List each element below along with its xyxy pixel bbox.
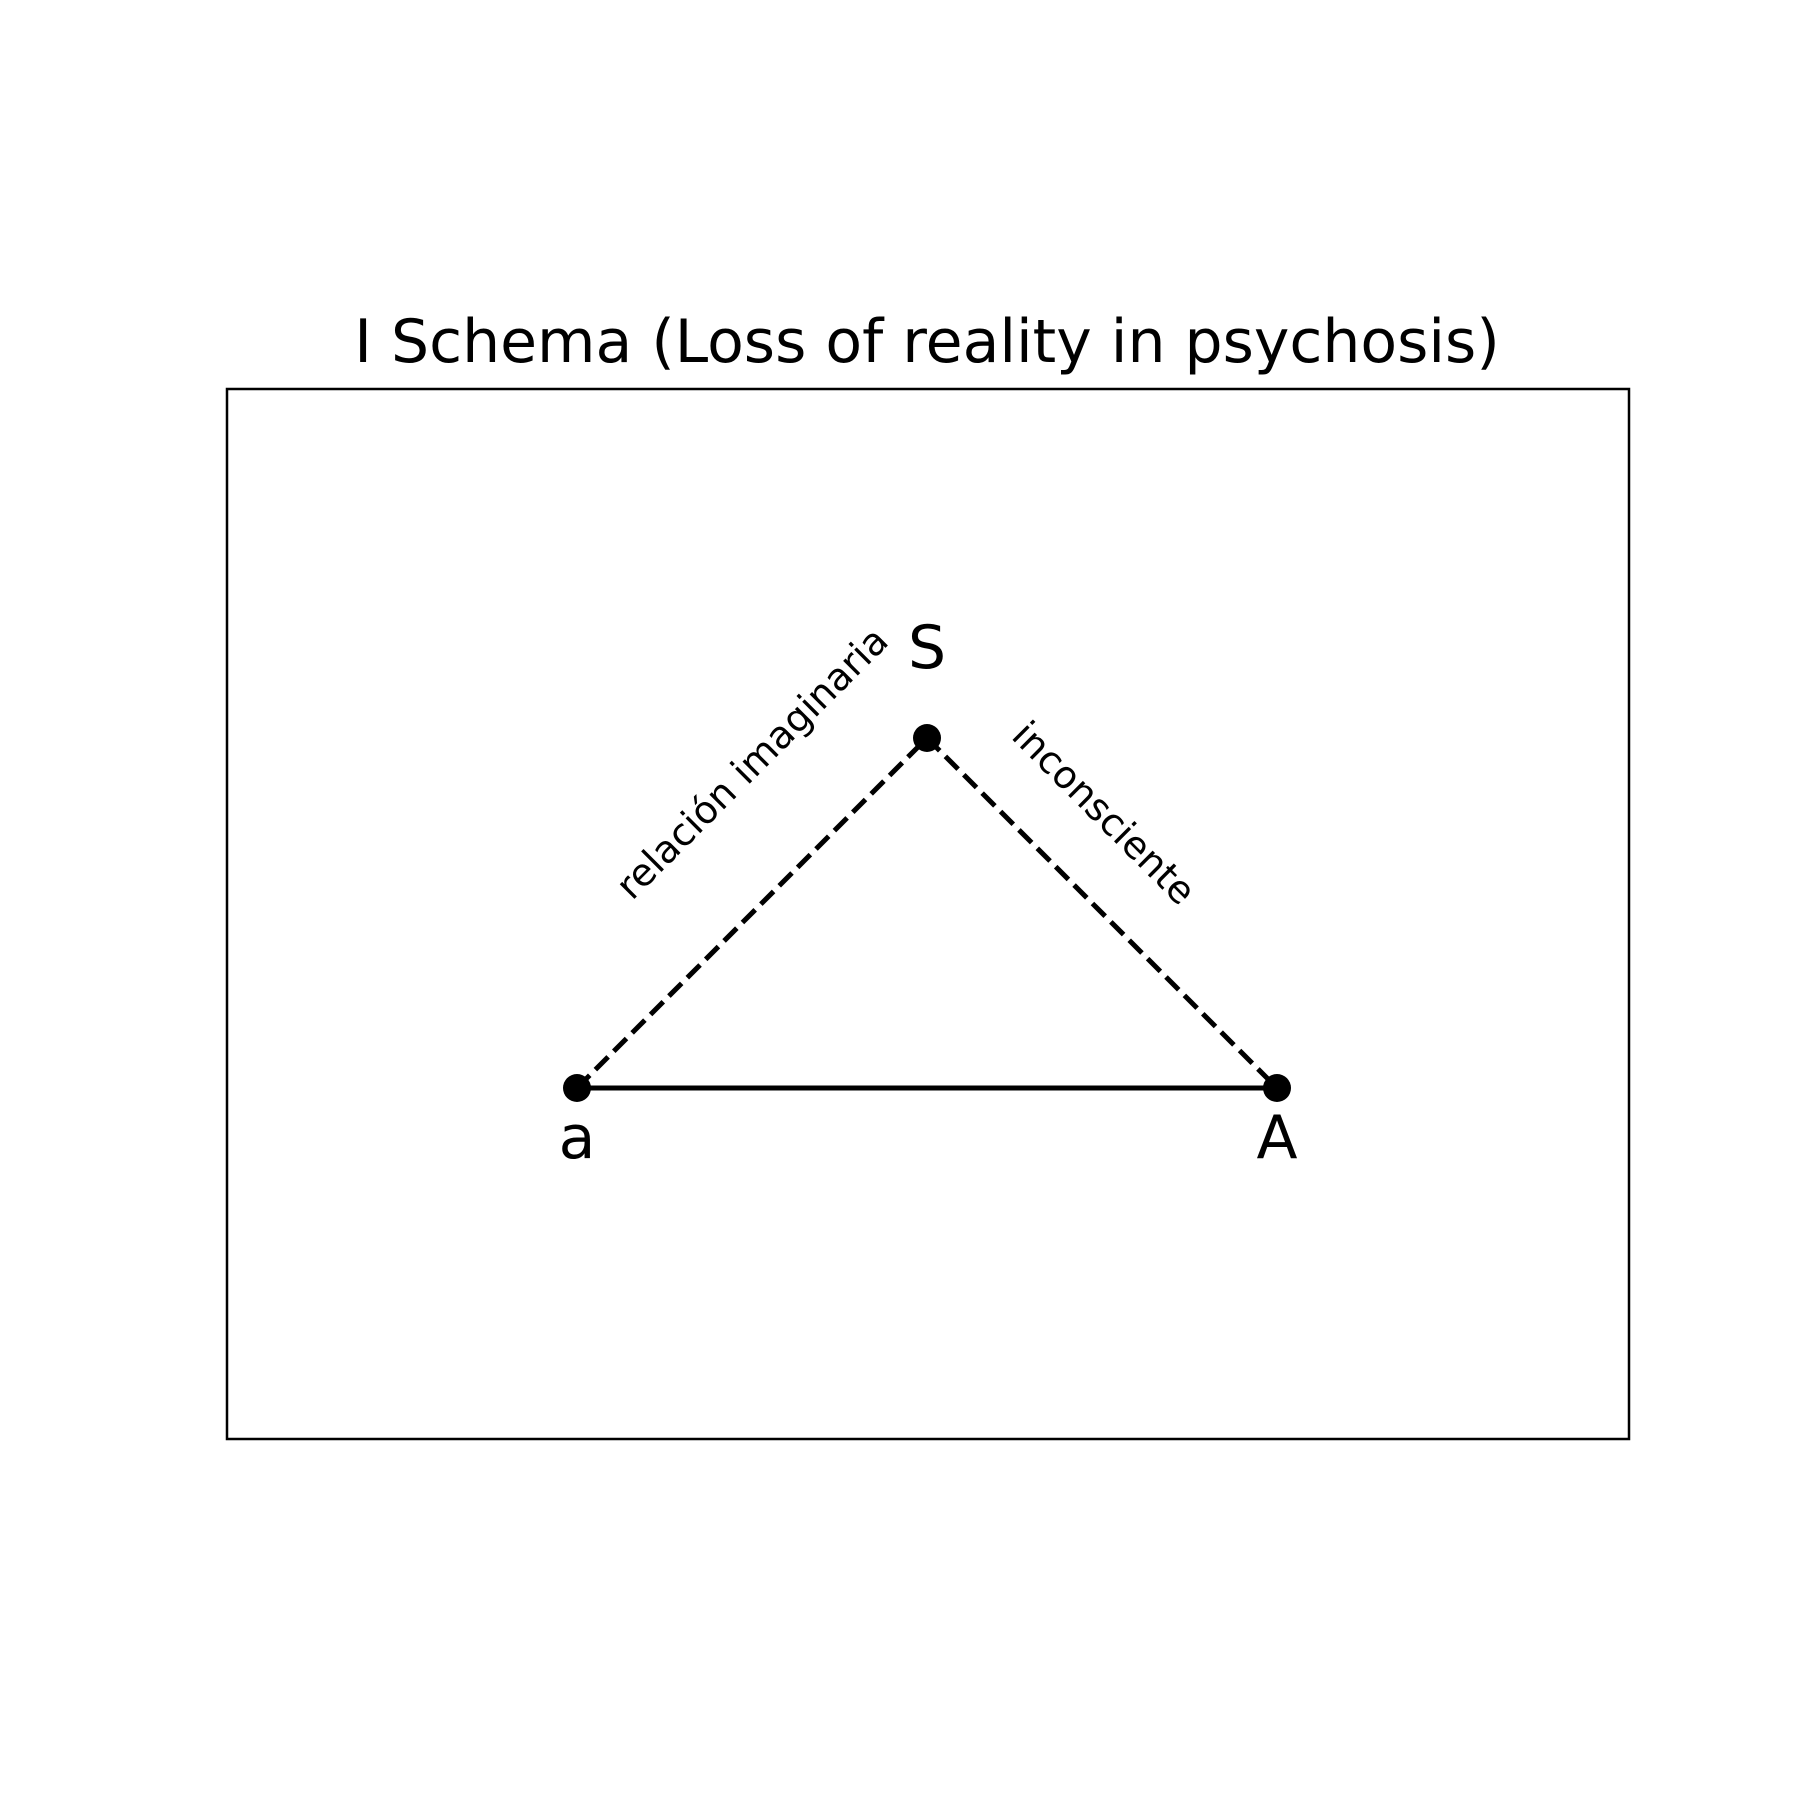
- node-A-marker: [1263, 1074, 1291, 1102]
- node-S-label: S: [908, 613, 946, 683]
- node-A-label: A: [1256, 1103, 1297, 1173]
- figure-background: [0, 0, 1800, 1800]
- node-a-label: a: [559, 1103, 596, 1173]
- node-a-marker: [563, 1074, 591, 1102]
- diagram-title: I Schema (Loss of reality in psychosis): [354, 307, 1499, 377]
- node-S-marker: [913, 724, 941, 752]
- schema-diagram: I Schema (Loss of reality in psychosis) …: [0, 0, 1800, 1800]
